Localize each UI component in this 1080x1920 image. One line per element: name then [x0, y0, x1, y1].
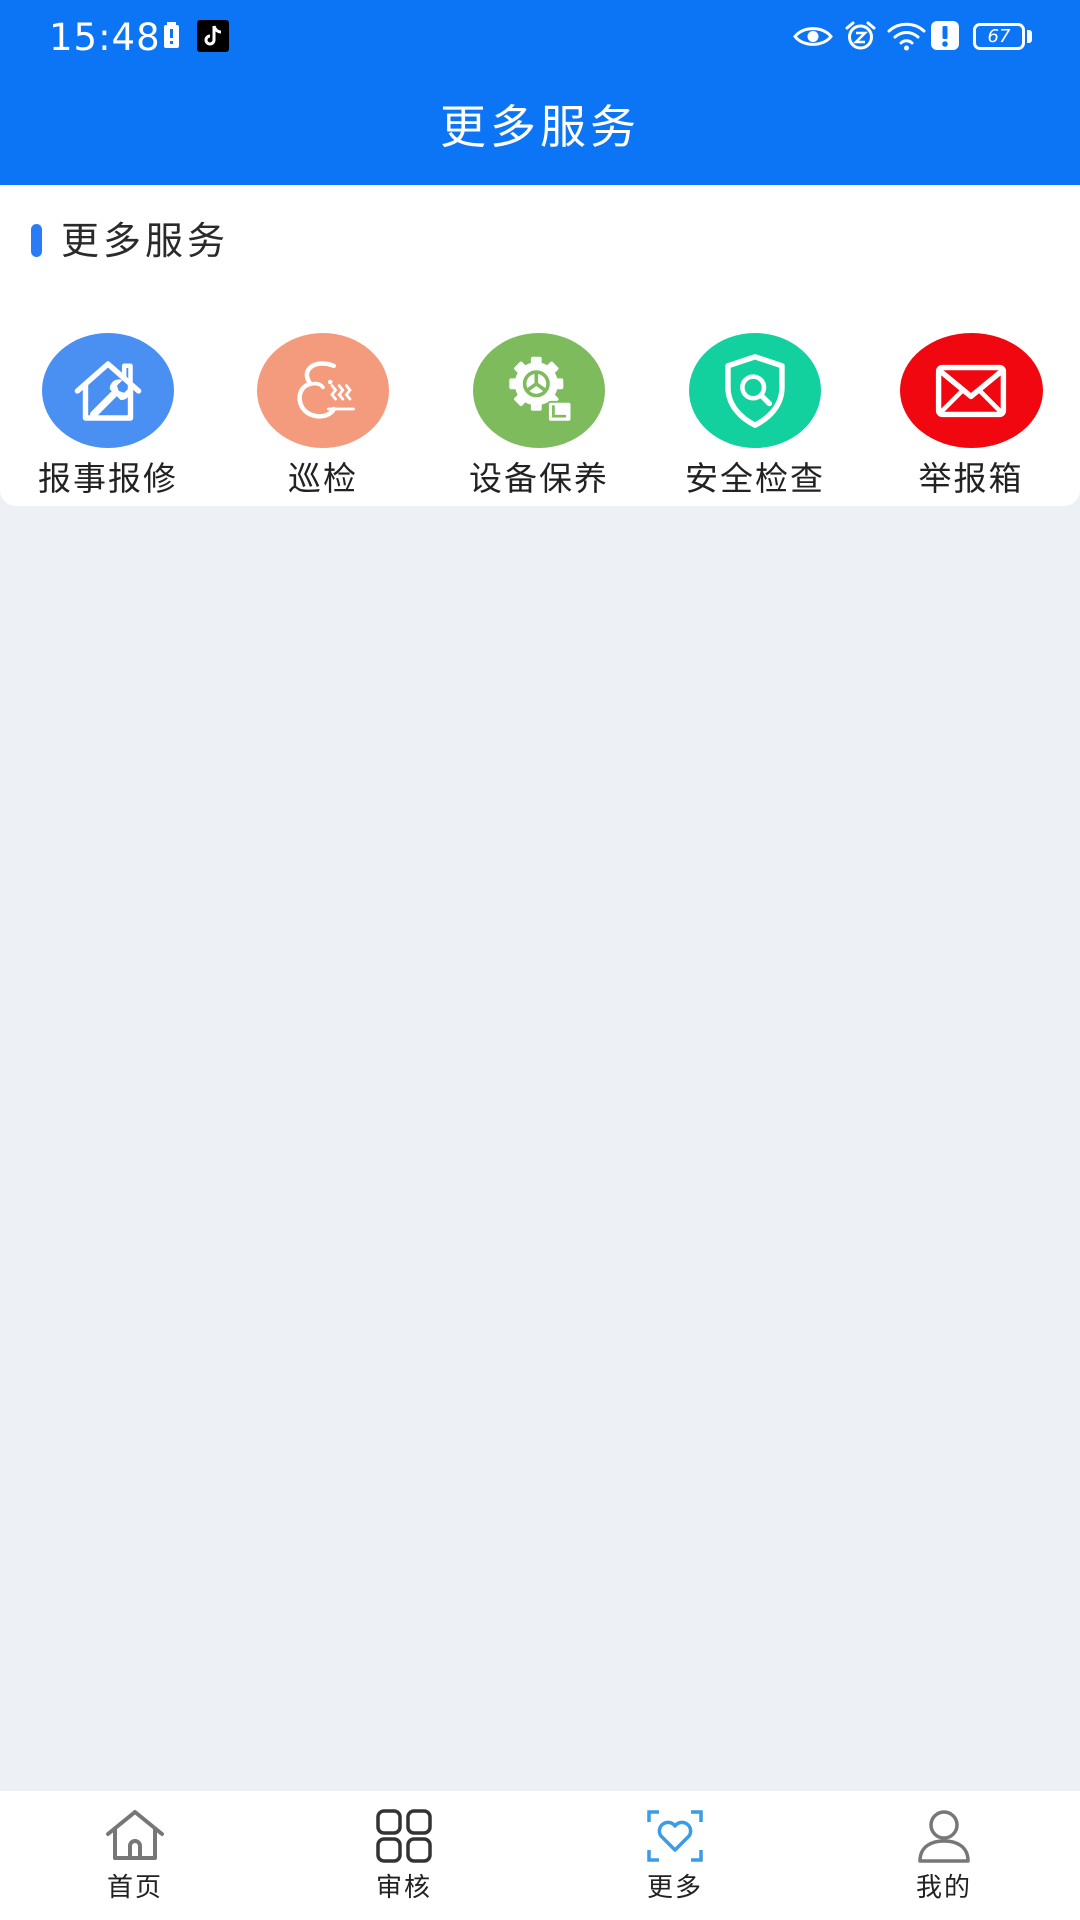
service-label: 设备保养 — [469, 459, 609, 498]
house-repair-icon[interactable] — [42, 333, 174, 448]
battery-saver-icon — [164, 22, 179, 48]
services-card: 更多服务 报事报修 巡检 设备保养 安全检查 举报箱 — [0, 185, 1080, 506]
service-label: 举报箱 — [918, 459, 1024, 498]
battery-icon: 67 — [973, 23, 1025, 50]
section-title: 更多服务 — [61, 219, 230, 263]
gear-maintenance-icon[interactable] — [473, 333, 605, 448]
app-header: 15:48 67 更多服务 — [0, 0, 1080, 185]
alert-badge-icon — [931, 21, 959, 50]
bottom-nav: 首页 审核 更多 我的 — [0, 1791, 1080, 1920]
eye-icon — [793, 27, 833, 46]
service-label: 巡检 — [288, 459, 358, 498]
service-label: 安全检查 — [685, 459, 825, 498]
nav-label: 审核 — [375, 1873, 432, 1903]
alarm-icon — [845, 21, 876, 50]
envelope-icon[interactable] — [899, 333, 1043, 448]
nav-item-review[interactable]: 审核 — [304, 1791, 504, 1920]
user-icon — [918, 1810, 970, 1863]
section-accent-bar — [31, 224, 42, 257]
nav-item-mine[interactable]: 我的 — [844, 1791, 1044, 1920]
battery-nub — [1027, 30, 1032, 43]
tiktok-icon — [197, 20, 229, 52]
nav-label: 我的 — [915, 1873, 972, 1903]
service-label: 报事报修 — [38, 459, 178, 498]
shield-search-icon[interactable] — [689, 333, 821, 448]
service-report-box[interactable]: 举报箱 — [871, 333, 1071, 503]
wifi-icon — [887, 22, 926, 51]
nav-label: 首页 — [106, 1873, 163, 1903]
patrol-icon[interactable] — [257, 333, 389, 448]
page-title: 更多服务 — [440, 100, 640, 154]
grid-icon — [376, 1809, 432, 1863]
nav-item-home[interactable]: 首页 — [35, 1791, 235, 1920]
home-icon — [106, 1810, 164, 1860]
heart-scan-icon — [647, 1810, 703, 1862]
nav-item-more[interactable]: 更多 — [575, 1791, 775, 1920]
service-report-repair[interactable]: 报事报修 — [8, 333, 208, 503]
nav-label: 更多 — [646, 1873, 703, 1903]
service-patrol[interactable]: 巡检 — [223, 333, 423, 503]
status-time: 15:48 — [49, 16, 161, 59]
service-safety-inspection[interactable]: 安全检查 — [655, 333, 855, 503]
service-equipment-maintenance[interactable]: 设备保养 — [439, 333, 639, 503]
